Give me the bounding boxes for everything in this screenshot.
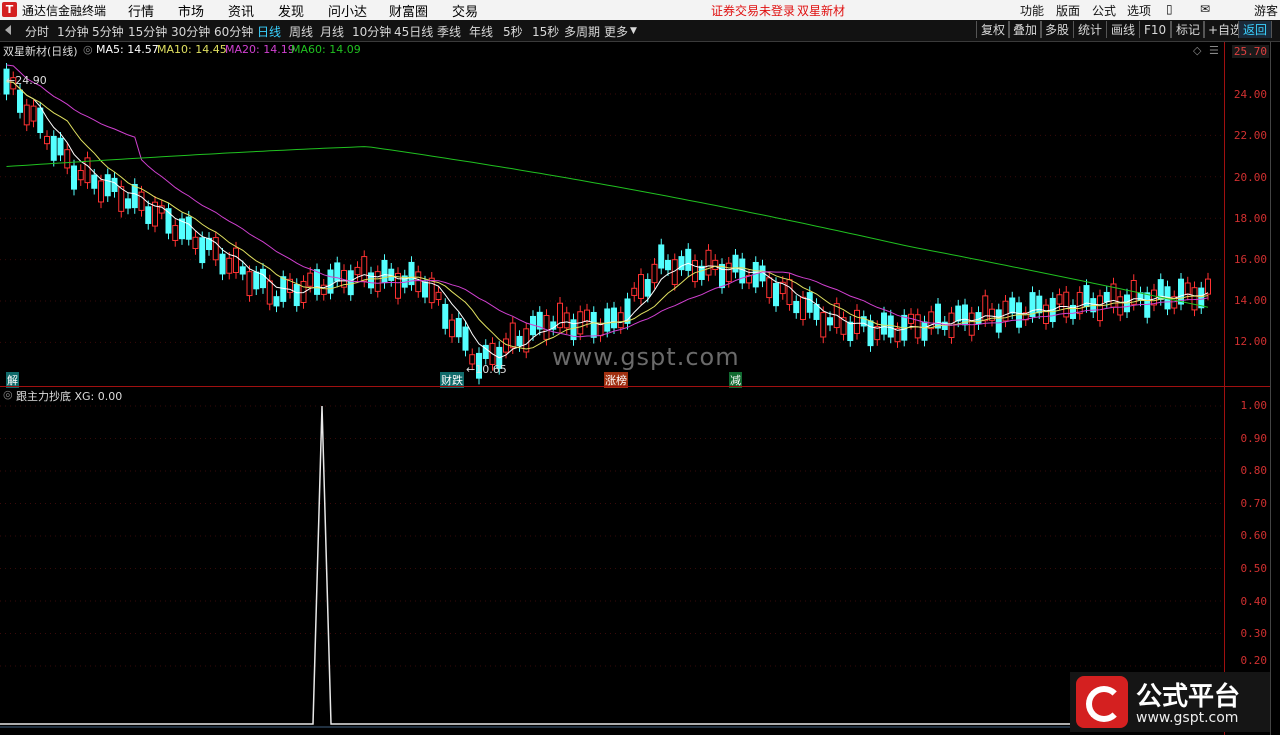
trade-login-notice[interactable]: 证券交易未登录 xyxy=(711,2,795,19)
stock-title: 双星新材(日线) xyxy=(3,45,78,58)
brand-url: www.gspt.com xyxy=(1136,710,1239,726)
legend-collapse-icon[interactable]: ◎ xyxy=(83,43,93,56)
indicator-panel[interactable]: ◎ 跟主力抄底 XG: 0.00 xyxy=(0,387,1224,735)
period-fenshi[interactable]: 分时 xyxy=(25,23,49,40)
ind-axis-tick: 0.60 xyxy=(1240,529,1268,542)
low-price-label: ←10.65 xyxy=(466,363,507,376)
app-name: 通达信金融终端 xyxy=(22,4,107,18)
candlestick-chart[interactable] xyxy=(0,42,1224,386)
left-arrow-icon[interactable] xyxy=(5,25,11,35)
ind-axis-tick: 0.40 xyxy=(1240,595,1268,608)
indicator-collapse-icon[interactable]: ◎ xyxy=(3,388,13,401)
phone-icon[interactable]: ▯ xyxy=(1166,2,1173,16)
legend-ma20: MA20: 14.19 xyxy=(225,43,295,56)
price-chart-panel[interactable]: 双星新材(日线) ◎ MA5: 14.57 MA10: 14.45 MA20: … xyxy=(0,42,1224,388)
legend-ma10: MA10: 14.45 xyxy=(157,43,227,56)
high-price-label: ←24.90 xyxy=(6,74,47,87)
title-bar: T 通达信金融终端 行情 市场 资讯 发现 问小达 财富圈 交易 证券交易未登录… xyxy=(0,0,1280,20)
ind-axis-tick: 0.90 xyxy=(1240,432,1268,445)
menu-gongneng[interactable]: 功能 xyxy=(1020,2,1044,19)
menu-faxian[interactable]: 发现 xyxy=(278,1,304,20)
brand-watermark: 公式平台 www.gspt.com xyxy=(1070,672,1270,732)
btn-tongji[interactable]: 统计 xyxy=(1073,21,1108,38)
stock-name-link[interactable]: 双星新材 xyxy=(797,2,845,19)
diamond-icon[interactable]: ◇ xyxy=(1193,44,1201,57)
panel-menu-icon[interactable]: ☰ xyxy=(1209,44,1219,57)
menu-zixun[interactable]: 资讯 xyxy=(228,1,254,20)
btn-duogu[interactable]: 多股 xyxy=(1040,21,1075,38)
period-10min[interactable]: 10分钟 xyxy=(352,23,391,40)
price-axis-tick: 24.00 xyxy=(1233,88,1267,101)
menu-wenxiaoda[interactable]: 问小达 xyxy=(328,1,367,20)
guest-user[interactable]: 游客 xyxy=(1254,2,1278,19)
ind-axis-tick: 0.30 xyxy=(1240,627,1268,640)
btn-fuquan[interactable]: 复权 xyxy=(976,21,1011,38)
ind-axis-tick: 0.80 xyxy=(1240,464,1268,477)
period-toolbar: 分时 1分钟 5分钟 15分钟 30分钟 60分钟 日线 周线 月线 10分钟 … xyxy=(0,20,1280,42)
period-multi[interactable]: 多周期 xyxy=(564,23,600,40)
menu-banmian[interactable]: 版面 xyxy=(1056,2,1080,19)
legend-ma60: MA60: 14.09 xyxy=(291,43,361,56)
period-daily[interactable]: 日线 xyxy=(257,23,281,40)
period-weekly[interactable]: 周线 xyxy=(289,23,313,40)
ind-axis-tick: 1.00 xyxy=(1240,399,1268,412)
app-logo-icon: T xyxy=(2,2,17,17)
site-watermark: www.gspt.com xyxy=(552,343,740,371)
menu-caifuquan[interactable]: 财富圈 xyxy=(389,1,428,20)
indicator-legend: 跟主力抄底 XG: 0.00 xyxy=(16,390,123,403)
price-axis-top: 25.70 xyxy=(1231,45,1269,58)
side-panel-edge xyxy=(1270,42,1280,735)
menu-xuanxiang[interactable]: 选项 xyxy=(1127,2,1151,19)
price-axis-tick: 20.00 xyxy=(1233,171,1267,184)
period-more[interactable]: 更多 xyxy=(604,23,628,40)
period-5sec[interactable]: 5秒 xyxy=(503,23,523,40)
more-chevron-icon[interactable]: ▼ xyxy=(630,26,637,36)
brand-title: 公式平台 xyxy=(1136,682,1241,712)
price-axis-tick: 12.00 xyxy=(1233,335,1267,348)
price-axis-tick: 14.00 xyxy=(1233,294,1267,307)
period-30min[interactable]: 30分钟 xyxy=(171,23,210,40)
brand-logo-icon xyxy=(1076,676,1128,728)
menu-shichang[interactable]: 市场 xyxy=(178,1,204,20)
period-15sec[interactable]: 15秒 xyxy=(532,23,559,40)
period-quarterly[interactable]: 季线 xyxy=(437,23,461,40)
menu-hangqing[interactable]: 行情 xyxy=(128,1,154,20)
period-5min[interactable]: 5分钟 xyxy=(92,23,124,40)
menu-jiaoyi[interactable]: 交易 xyxy=(452,1,478,20)
legend-ma5: MA5: 14.57 xyxy=(96,43,159,56)
ind-axis-tick: 0.70 xyxy=(1240,497,1268,510)
mail-icon[interactable]: ✉ xyxy=(1200,2,1210,16)
ind-axis-tick: 0.50 xyxy=(1240,562,1268,575)
period-15min[interactable]: 15分钟 xyxy=(128,23,167,40)
btn-huaxian[interactable]: 画线 xyxy=(1106,21,1141,38)
period-monthly[interactable]: 月线 xyxy=(320,23,344,40)
period-60min[interactable]: 60分钟 xyxy=(214,23,253,40)
btn-f10[interactable]: F10 xyxy=(1139,21,1172,38)
period-45day[interactable]: 45日线 xyxy=(394,23,433,40)
price-axis: 25.70 24.00 22.00 20.00 18.00 16.00 14.0… xyxy=(1224,42,1271,386)
btn-back[interactable]: 返回 xyxy=(1238,21,1273,38)
btn-diejia[interactable]: 叠加 xyxy=(1008,21,1043,38)
period-1min[interactable]: 1分钟 xyxy=(57,23,89,40)
price-axis-tick: 18.00 xyxy=(1233,212,1267,225)
btn-biaoji[interactable]: 标记 xyxy=(1171,21,1206,38)
price-axis-tick: 16.00 xyxy=(1233,253,1267,266)
period-yearly[interactable]: 年线 xyxy=(469,23,493,40)
price-axis-tick: 22.00 xyxy=(1233,129,1267,142)
ind-axis-tick: 0.20 xyxy=(1240,654,1268,667)
menu-gongshi[interactable]: 公式 xyxy=(1092,2,1116,19)
indicator-chart[interactable] xyxy=(0,387,1224,735)
